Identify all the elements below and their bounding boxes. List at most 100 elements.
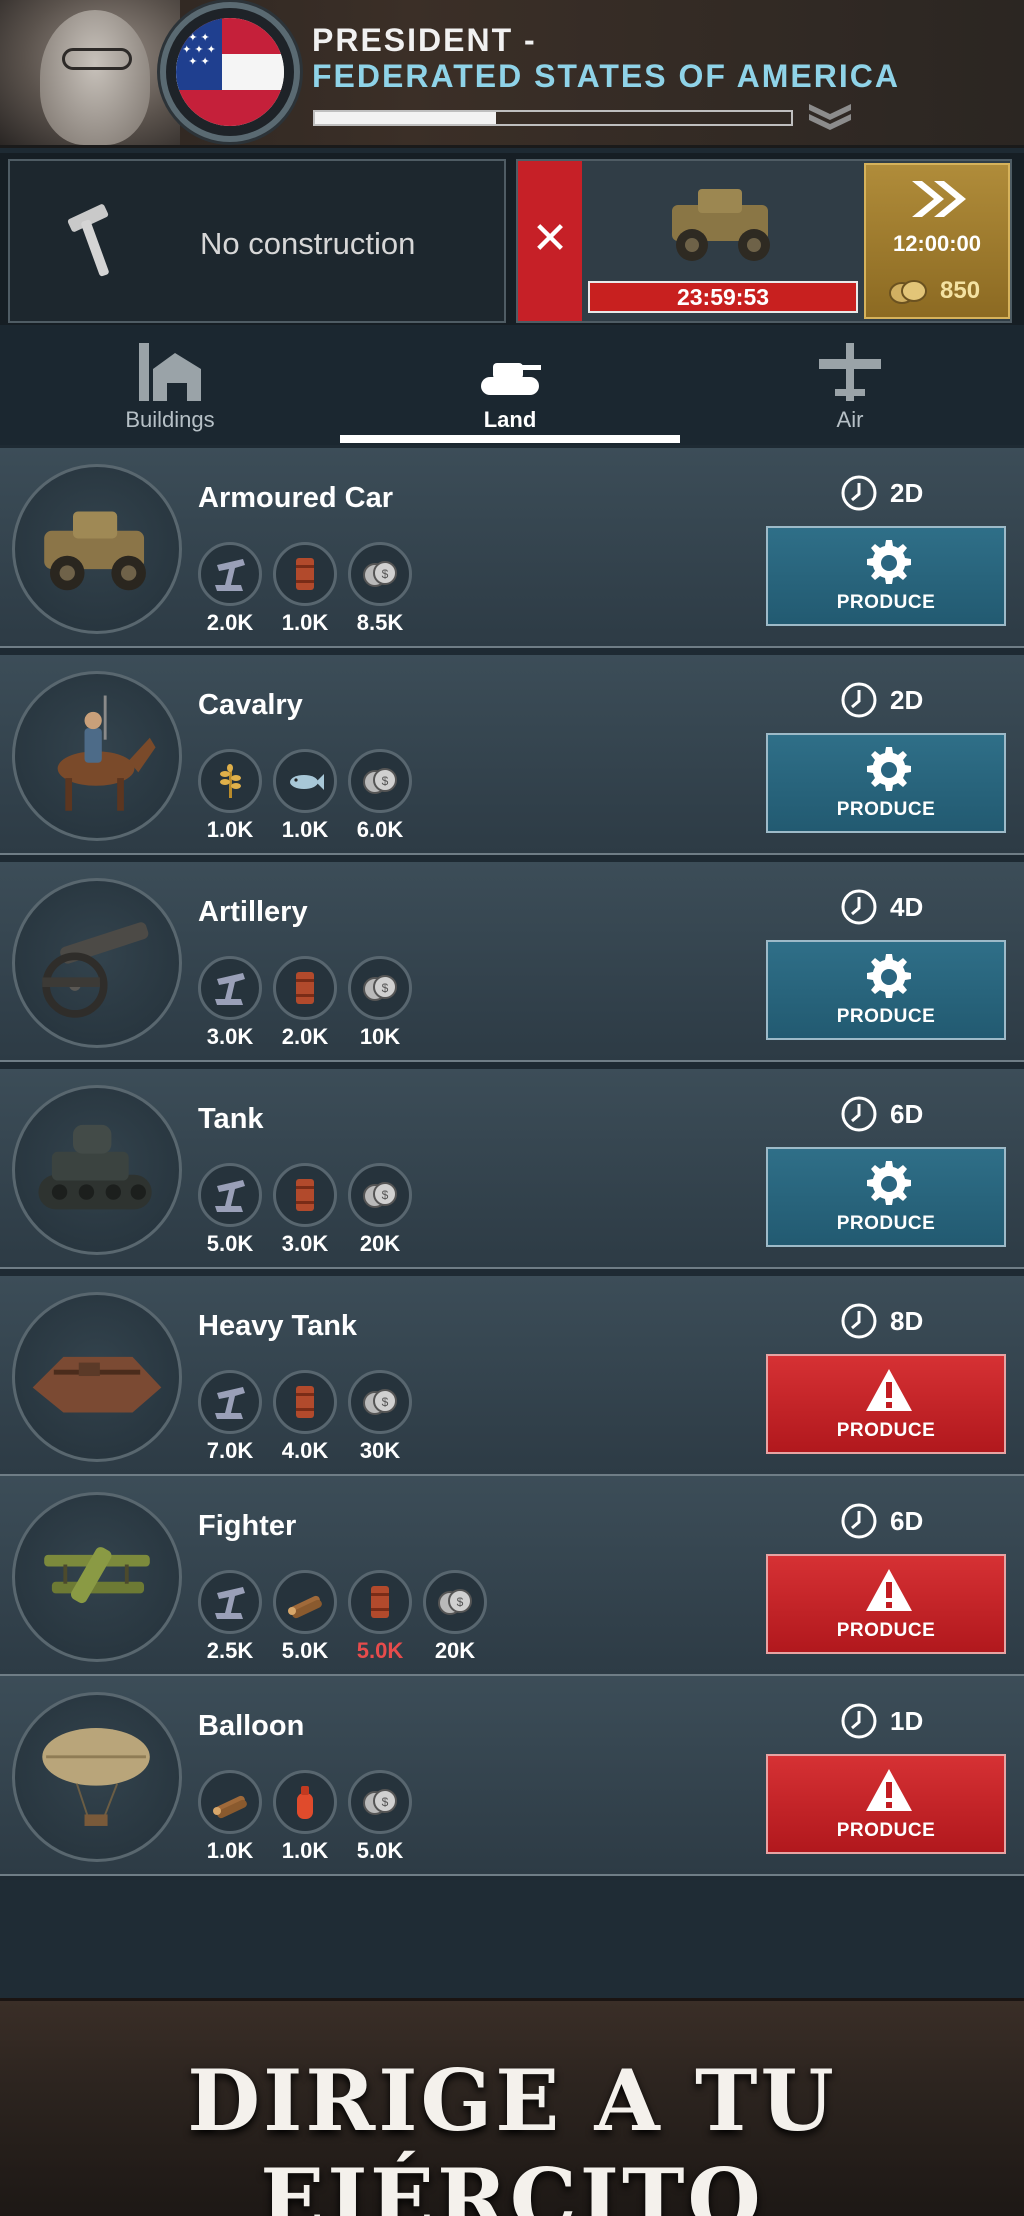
tab-land[interactable]: Land	[340, 325, 680, 445]
unit-portrait	[12, 878, 182, 1048]
category-tabs: Buildings Land Air	[0, 325, 1024, 445]
unit-row[interactable]: Cavalry 1.0K 1.0K $ 6.0K 2D PRODUCE	[0, 655, 1024, 855]
speed-up-cost: 850	[940, 277, 981, 304]
resource-cost: 2.0K	[198, 542, 262, 642]
production-duration: 1D	[840, 1702, 980, 1742]
leader-portrait	[0, 0, 180, 145]
unit-name: Fighter	[198, 1510, 297, 1542]
unit-row[interactable]: Armoured Car 2.0K 1.0K $ 8.5K 2D PRODUCE	[0, 448, 1024, 648]
gear-icon	[867, 1161, 911, 1205]
unit-portrait	[12, 1492, 182, 1662]
unit-name: Balloon	[198, 1710, 305, 1742]
active-tab-indicator	[340, 435, 680, 443]
steel-icon	[215, 1587, 245, 1619]
resource-cost: 5.0K	[198, 1163, 262, 1263]
oil-barrel-icon	[296, 1386, 314, 1418]
fast-forward-icon	[912, 181, 966, 217]
tab-air[interactable]: Air	[680, 325, 1020, 445]
resource-cost: $ 6.0K	[348, 749, 412, 849]
money-icon: $	[363, 1789, 397, 1815]
tab-label: Buildings	[125, 407, 215, 432]
produce-button[interactable]: PRODUCE	[766, 526, 1006, 626]
production-duration: 8D	[840, 1302, 980, 1342]
resource-amount: 1.0K	[281, 1838, 329, 1863]
grain-icon	[220, 764, 241, 798]
unit-name: Cavalry	[198, 689, 303, 721]
unit-name: Artillery	[198, 896, 308, 928]
banner-text: DIRIGE A TU EJÉRCITO	[187, 2051, 837, 2216]
resource-cost: $ 20K	[423, 1570, 487, 1670]
production-duration: 2D	[840, 681, 980, 721]
unit-row[interactable]: Balloon 1.0K 1.0K $ 5.0K 1D PRODUCE	[0, 1676, 1024, 1876]
steel-icon	[215, 973, 245, 1005]
unit-row[interactable]: Heavy Tank 7.0K 4.0K $ 30K 8D PRODUCE	[0, 1276, 1024, 1476]
production-duration: 6D	[840, 1095, 980, 1135]
oil-barrel-icon	[296, 972, 314, 1004]
money-icon: $	[363, 1182, 397, 1208]
hammer-icon	[67, 204, 109, 277]
unit-row[interactable]: Artillery 3.0K 2.0K $ 10K 4D PRODUCE	[0, 862, 1024, 1062]
nation-name: FEDERATED STATES OF AMERICA	[312, 58, 900, 94]
resource-amount: 30K	[359, 1438, 401, 1463]
svg-text:$: $	[382, 774, 389, 788]
resource-cost: 2.5K	[198, 1570, 262, 1670]
unit-row[interactable]: Fighter 2.5K 5.0K 5.0K $ 20K 6D PRODUCE	[0, 1476, 1024, 1676]
produce-button[interactable]: PRODUCE	[766, 1554, 1006, 1654]
nation-emblem[interactable]: ✦ ✦ ✦ ✦ ✦ ✦ ✦	[160, 2, 300, 142]
money-icon: $	[363, 1389, 397, 1415]
cancel-production-button[interactable]: ✕	[518, 161, 582, 321]
steel-icon	[215, 1180, 245, 1212]
produce-button[interactable]: PRODUCE	[766, 1354, 1006, 1454]
unit-name: Tank	[198, 1103, 264, 1135]
unit-portrait	[12, 671, 182, 841]
rank-progress-fill	[315, 112, 496, 124]
warning-icon	[866, 1369, 912, 1411]
produce-label: PRODUCE	[836, 1213, 936, 1234]
produce-button[interactable]: PRODUCE	[766, 1754, 1006, 1854]
svg-text:$: $	[382, 1188, 389, 1202]
unit-image-icon	[32, 1356, 162, 1413]
duration-text: 2D	[890, 478, 924, 508]
money-icon: $	[438, 1589, 472, 1615]
resource-amount: 20K	[359, 1231, 401, 1256]
construction-status: No construction	[200, 226, 416, 261]
tab-buildings[interactable]: Buildings	[0, 325, 340, 445]
gear-icon	[867, 954, 911, 998]
resource-cost: 1.0K	[273, 749, 337, 849]
unit-image-icon	[38, 1124, 152, 1210]
resource-cost: 5.0K	[348, 1570, 412, 1670]
speed-up-button[interactable]: 12:00:00 850	[864, 163, 1010, 319]
tank-icon	[481, 363, 541, 395]
resource-cost: 2.0K	[273, 956, 337, 1056]
unit-row[interactable]: Tank 5.0K 3.0K $ 20K 6D PRODUCE	[0, 1069, 1024, 1269]
resource-amount: 8.5K	[356, 610, 404, 635]
resource-amount: 2.0K	[281, 1024, 329, 1049]
production-slot: ✕ 23:59:53 12:00:00 850	[516, 159, 1012, 323]
produce-button[interactable]: PRODUCE	[766, 733, 1006, 833]
produce-button[interactable]: PRODUCE	[766, 1147, 1006, 1247]
unit-image-icon	[44, 1547, 150, 1604]
leader-title: PRESIDENT -	[312, 22, 537, 58]
resource-amount: 2.0K	[206, 610, 254, 635]
oil-barrel-icon	[296, 558, 314, 590]
unit-portrait	[12, 464, 182, 634]
production-duration: 6D	[840, 1502, 980, 1542]
unit-portrait	[12, 1085, 182, 1255]
resource-amount: 5.0K	[281, 1638, 329, 1663]
construction-slot[interactable]: No construction	[8, 159, 506, 323]
production-queue: No construction ✕ 23:59:53 12:00:00 850	[0, 153, 1024, 325]
steel-icon	[215, 1387, 245, 1419]
list-empty-area	[0, 1880, 1024, 1998]
expand-chevron-icon[interactable]	[805, 100, 855, 132]
produce-label: PRODUCE	[836, 799, 936, 820]
svg-text:$: $	[457, 1595, 464, 1609]
resource-cost: 4.0K	[273, 1370, 337, 1470]
produce-label: PRODUCE	[836, 592, 936, 613]
unit-image-icon	[42, 922, 149, 1018]
speed-up-time: 12:00:00	[892, 231, 982, 256]
unit-image-icon	[44, 511, 146, 591]
wood-icon	[288, 1595, 322, 1619]
steel-icon	[215, 559, 245, 591]
produce-label: PRODUCE	[836, 1620, 936, 1641]
produce-button[interactable]: PRODUCE	[766, 940, 1006, 1040]
